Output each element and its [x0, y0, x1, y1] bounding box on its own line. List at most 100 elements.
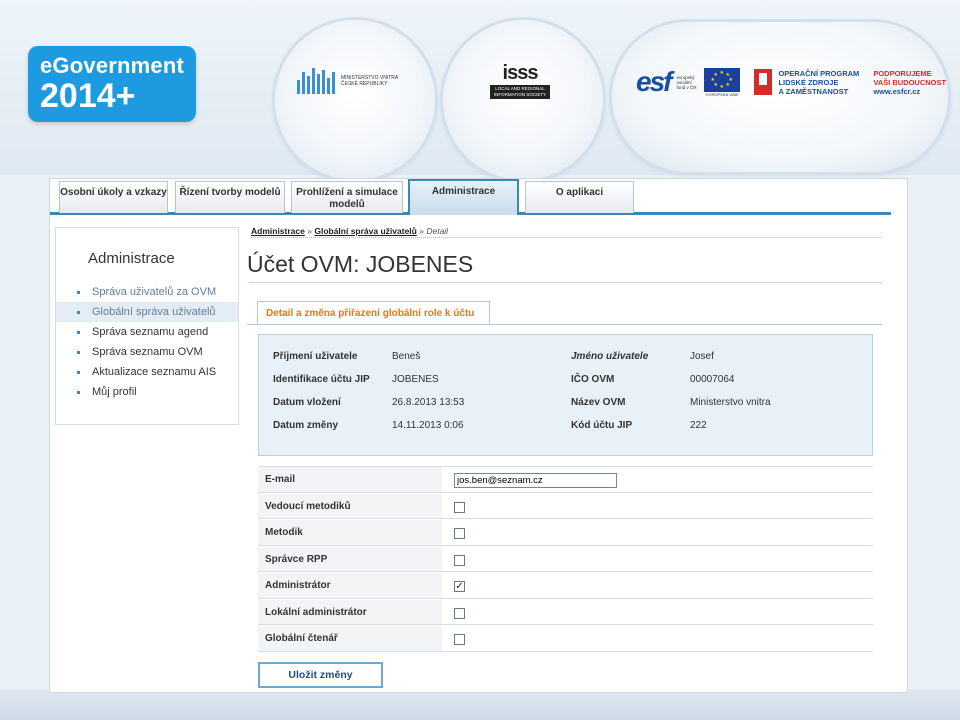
- egovernment-logo: eGovernment 2014+: [28, 46, 196, 122]
- info-label: Identifikace účtu JIP: [273, 374, 370, 385]
- info-value: 26.8.2013 13:53: [392, 397, 465, 408]
- checkbox-local-administrator[interactable]: [454, 607, 465, 619]
- eu-label: EVROPSKÁ UNIE: [706, 91, 739, 97]
- save-button[interactable]: Uložit změny: [258, 662, 383, 688]
- tab-model-browsing[interactable]: Prohlížení a simulace modelů: [291, 181, 403, 213]
- form-row-role: Administrátor ✓: [258, 572, 873, 599]
- application-window: Osobní úkoly a vzkazy Řízení tvorby mode…: [49, 178, 908, 693]
- ministry-logo: MINISTERSTVO VNITRA ČESKÉ REPUBLIKY: [297, 68, 411, 94]
- sidebar-item-global-users[interactable]: Globální správa uživatelů: [56, 302, 238, 322]
- eu-flag-icon: ★ ★ ★ ★ ★ ★ ★ ★: [704, 67, 741, 92]
- ministry-logo-text: MINISTERSTVO VNITRA ČESKÉ REPUBLIKY: [341, 75, 398, 87]
- info-row: Datum vložení 26.8.2013 13:53 Název OVM …: [259, 393, 874, 413]
- user-info-box: Příjmení uživatele Beneš Jméno uživatele…: [258, 334, 873, 456]
- role-label: Administrátor: [258, 573, 442, 598]
- form-row-email: E-mail: [258, 466, 873, 493]
- breadcrumb-separator: »: [419, 226, 424, 236]
- role-form: E-mail Vedoucí metodiků Metodik Správce …: [258, 466, 873, 652]
- bullet-icon: [77, 371, 80, 374]
- info-label: IČO OVM: [571, 374, 615, 385]
- info-label: Kód účtu JIP: [571, 420, 633, 431]
- footer-background: [0, 690, 960, 720]
- form-row-role: Metodik: [258, 519, 873, 546]
- info-label: Příjmení uživatele: [273, 351, 358, 362]
- info-label: Název OVM: [571, 397, 626, 408]
- role-label: Lokální administrátor: [258, 599, 442, 624]
- sidebar-item-label: Aktualizace seznamu AIS: [92, 366, 217, 378]
- sidebar: Administrace Správa uživatelů za OVM Glo…: [55, 227, 239, 425]
- info-label: Jméno uživatele: [571, 351, 649, 362]
- info-label: Datum vložení: [273, 397, 341, 408]
- isss-logo-mark: isss: [502, 62, 539, 84]
- op-lzz-icon: [754, 69, 773, 95]
- esf-slogan: PODPORUJEME VAŠI BUDOUCNOST www.esfcr.cz: [873, 68, 947, 96]
- info-value: 00007064: [690, 374, 735, 385]
- main-tabs: Osobní úkoly a vzkazy Řízení tvorby mode…: [50, 179, 891, 215]
- check-mark-icon: ✓: [455, 581, 464, 592]
- op-lzz-text: OPERAČNÍ PROGRAM LIDSKÉ ZDROJE A ZAMĚSTN…: [778, 68, 860, 96]
- role-label: Globální čtenář: [258, 626, 442, 651]
- breadcrumb-current: Detail: [426, 226, 449, 236]
- form-row-role: Globální čtenář: [258, 625, 873, 652]
- sidebar-item-label: Správa seznamu agend: [92, 326, 209, 338]
- tab-detail-role[interactable]: Detail a změna přiřazení globální role k…: [257, 301, 490, 325]
- esf-logo-mark: esf: [636, 66, 672, 97]
- form-row-role: Vedoucí metodiků: [258, 493, 873, 519]
- info-value: 222: [690, 420, 707, 431]
- sidebar-title: Administrace: [88, 250, 175, 267]
- bullet-icon: [77, 311, 80, 314]
- sidebar-item-label: Správa uživatelů za OVM: [92, 286, 217, 298]
- form-row-role: Lokální administrátor: [258, 599, 873, 625]
- content-tab-divider: [247, 324, 882, 325]
- info-row: Identifikace účtu JIP JOBENES IČO OVM 00…: [259, 370, 874, 390]
- info-label: Datum změny: [273, 420, 339, 431]
- sidebar-item-label: Můj profil: [92, 386, 137, 398]
- logo-circle-mv: [275, 20, 435, 180]
- sidebar-item-label: Globální správa uživatelů: [92, 306, 216, 318]
- egov-logo-line1: eGovernment: [40, 53, 185, 78]
- breadcrumb-global-users[interactable]: Globální správa uživatelů: [314, 226, 417, 236]
- tab-administration[interactable]: Administrace: [408, 179, 519, 215]
- tab-about[interactable]: O aplikaci: [525, 181, 634, 213]
- bullet-icon: [77, 391, 80, 394]
- breadcrumb: Administrace » Globální správa uživatelů…: [251, 226, 448, 236]
- tab-personal-tasks[interactable]: Osobní úkoly a vzkazy: [59, 181, 168, 213]
- sidebar-item-ovm-users[interactable]: Správa uživatelů za OVM: [56, 282, 238, 302]
- sidebar-item-ais-update[interactable]: Aktualizace seznamu AIS: [56, 362, 238, 382]
- sidebar-menu: Správa uživatelů za OVM Globální správa …: [56, 282, 238, 402]
- sidebar-item-my-profile[interactable]: Můj profil: [56, 382, 238, 402]
- email-field[interactable]: [454, 473, 617, 488]
- role-label: Správce RPP: [258, 546, 442, 571]
- checkbox-global-reader[interactable]: [454, 634, 465, 645]
- bullet-icon: [77, 351, 80, 354]
- bullet-icon: [77, 331, 80, 334]
- esf-url: www.esfcr.cz: [873, 86, 921, 96]
- sidebar-item-agendas[interactable]: Správa seznamu agend: [56, 322, 238, 342]
- bullet-icon: [77, 291, 80, 294]
- role-label: Metodik: [258, 520, 442, 545]
- breadcrumb-administration[interactable]: Administrace: [251, 226, 305, 236]
- email-label: E-mail: [258, 467, 442, 492]
- info-value: Josef: [690, 351, 714, 362]
- sidebar-item-label: Správa seznamu OVM: [92, 346, 203, 358]
- isss-logo: isss LOCAL AND REGIONAL INFORMATION SOCI…: [490, 62, 550, 99]
- role-label: Vedoucí metodiků: [258, 493, 442, 518]
- info-value: Beneš: [392, 351, 421, 362]
- breadcrumb-separator: »: [307, 226, 312, 236]
- info-row: Příjmení uživatele Beneš Jméno uživatele…: [259, 347, 874, 367]
- info-value: 14.11.2013 0:06: [392, 420, 464, 431]
- sidebar-item-ovm-list[interactable]: Správa seznamu OVM: [56, 342, 238, 362]
- info-value: JOBENES: [392, 374, 439, 385]
- checkbox-rpp-admin[interactable]: [454, 554, 465, 566]
- tab-model-management[interactable]: Řízení tvorby modelů: [175, 181, 285, 213]
- ministry-logo-mark: [297, 68, 335, 94]
- title-divider: [249, 282, 882, 283]
- page-title: Účet OVM: JOBENES: [247, 251, 474, 277]
- logo-circle-isss: [443, 20, 603, 180]
- isss-logo-text: LOCAL AND REGIONAL INFORMATION SOCIETY: [490, 85, 550, 99]
- form-row-role: Správce RPP: [258, 546, 873, 572]
- checkbox-administrator[interactable]: ✓: [454, 581, 465, 592]
- egov-logo-line2: 2014+: [40, 77, 136, 115]
- checkbox-lead-methodologist[interactable]: [454, 501, 465, 513]
- checkbox-methodologist[interactable]: [454, 528, 465, 539]
